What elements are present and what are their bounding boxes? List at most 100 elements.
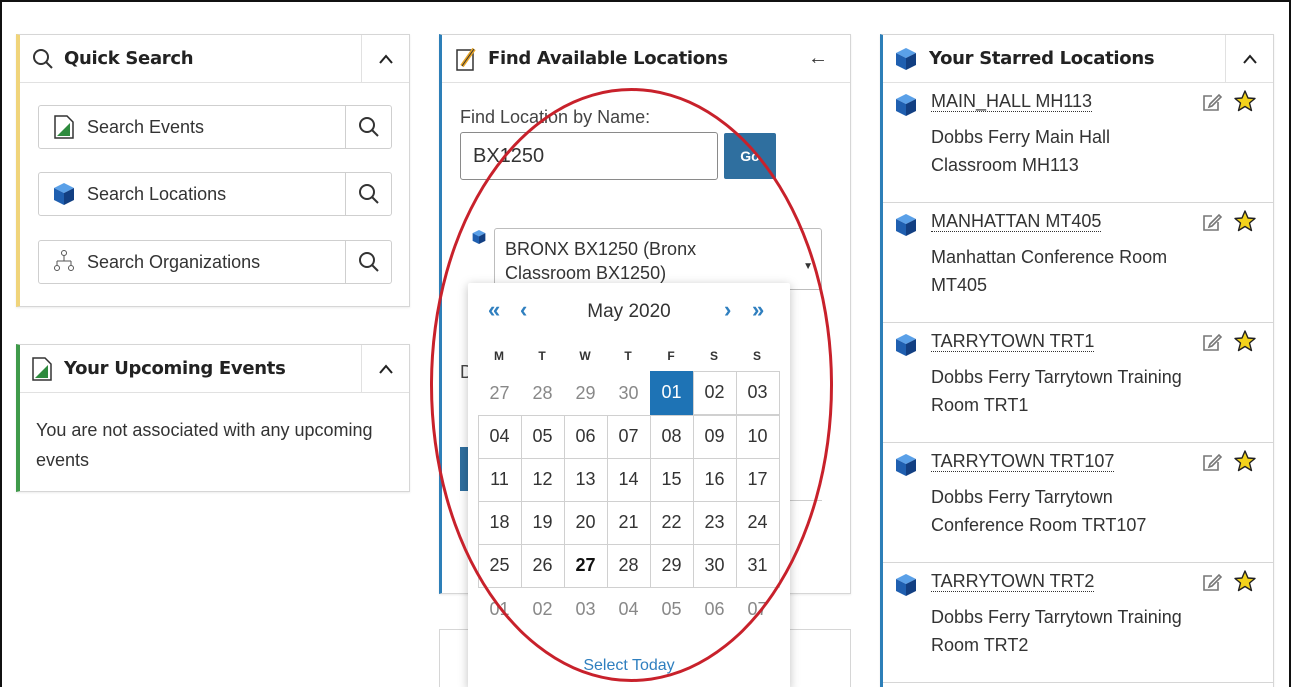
starred-location-item: TARRYTOWN TRT1 Dobbs Ferry Tarrytown Trai… bbox=[883, 323, 1274, 443]
search-icon bbox=[358, 117, 379, 137]
next-month-button[interactable]: › bbox=[724, 297, 731, 323]
location-code-link[interactable]: MANHATTAN MT405 bbox=[931, 211, 1102, 232]
starred-locations-title: Your Starred Locations bbox=[929, 48, 1155, 69]
calendar-day[interactable]: 07 bbox=[606, 414, 651, 459]
calendar-day[interactable]: 02 bbox=[692, 370, 737, 415]
cube-icon bbox=[895, 213, 917, 242]
calendar-day[interactable]: 18 bbox=[477, 500, 522, 545]
search-organizations-label: Search Organizations bbox=[87, 251, 261, 272]
calendar-day[interactable]: 07 bbox=[736, 587, 779, 631]
cube-icon bbox=[895, 47, 917, 71]
calendar-day[interactable]: 21 bbox=[606, 500, 651, 545]
calendar-day[interactable]: 28 bbox=[521, 371, 564, 415]
document-icon bbox=[51, 114, 77, 140]
star-icon[interactable] bbox=[1233, 329, 1257, 358]
search-organizations-button[interactable] bbox=[345, 241, 391, 283]
day-of-week-label: S bbox=[752, 349, 761, 363]
calendar-day[interactable]: 05 bbox=[520, 414, 565, 459]
collapse-upcoming-button[interactable] bbox=[361, 345, 409, 392]
calendar-day[interactable]: 30 bbox=[692, 543, 737, 588]
star-icon[interactable] bbox=[1233, 209, 1257, 238]
calendar-day[interactable]: 09 bbox=[692, 414, 737, 459]
calendar-day[interactable]: 14 bbox=[606, 457, 651, 502]
starred-location-item: TARRYTOWN TRT2 Dobbs Ferry Tarrytown Trai… bbox=[883, 563, 1274, 683]
calendar-day[interactable]: 27 bbox=[478, 371, 521, 415]
calendar-day[interactable]: 26 bbox=[520, 543, 565, 588]
calendar-day[interactable]: 04 bbox=[607, 587, 650, 631]
calendar-day[interactable]: 31 bbox=[735, 543, 780, 588]
edit-icon[interactable] bbox=[1201, 211, 1223, 238]
collapse-quick-search-button[interactable] bbox=[361, 35, 409, 82]
calendar-day[interactable]: 27 bbox=[563, 543, 608, 588]
calendar-month-label[interactable]: May 2020 bbox=[468, 301, 790, 323]
edit-icon[interactable] bbox=[1201, 331, 1223, 358]
calendar-day[interactable]: 10 bbox=[735, 414, 780, 459]
location-code-link[interactable]: TARRYTOWN TRT1 bbox=[931, 331, 1095, 352]
calendar-day[interactable]: 13 bbox=[563, 457, 608, 502]
starred-locations-header: Your Starred Locations bbox=[883, 35, 1273, 83]
calendar-day[interactable]: 16 bbox=[692, 457, 737, 502]
edit-icon[interactable] bbox=[1201, 571, 1223, 598]
calendar-day[interactable]: 04 bbox=[477, 414, 522, 459]
search-locations-button[interactable] bbox=[345, 173, 391, 215]
chevron-up-icon bbox=[378, 363, 393, 374]
star-icon[interactable] bbox=[1233, 89, 1257, 118]
search-organizations-row[interactable]: Search Organizations bbox=[38, 240, 392, 284]
calendar-day[interactable]: 17 bbox=[735, 457, 780, 502]
edit-icon[interactable] bbox=[1201, 451, 1223, 478]
day-of-week-label: S bbox=[709, 349, 718, 363]
calendar-day[interactable]: 29 bbox=[564, 371, 607, 415]
calendar-day[interactable]: 03 bbox=[735, 370, 780, 415]
location-select[interactable]: BRONX BX1250 (Bronx Classroom BX1250) ▼ bbox=[494, 228, 822, 290]
calendar-day[interactable]: 30 bbox=[607, 371, 650, 415]
calendar-day[interactable]: 03 bbox=[564, 587, 607, 631]
calendar-day[interactable]: 24 bbox=[735, 500, 780, 545]
calendar-grid: 27 28 29 30 01 02 03 04 05 06 07 08 09 10 11 12 13 14 15 16… bbox=[477, 370, 780, 631]
day-of-week-label: T bbox=[538, 349, 546, 363]
cube-icon bbox=[895, 573, 917, 602]
calendar-day[interactable]: 06 bbox=[693, 587, 736, 631]
location-description: Dobbs Ferry Tarrytown Training Room TRT1 bbox=[931, 367, 1182, 415]
calendar-day[interactable]: 06 bbox=[563, 414, 608, 459]
upcoming-events-message: You are not associated with any upcoming… bbox=[36, 420, 373, 470]
chevron-up-icon bbox=[378, 53, 393, 64]
back-arrow-icon[interactable]: ← bbox=[808, 47, 828, 70]
search-events-row[interactable]: Search Events bbox=[38, 105, 392, 149]
search-locations-row[interactable]: Search Locations bbox=[38, 172, 392, 216]
calendar-day[interactable]: 05 bbox=[650, 587, 693, 631]
day-of-week-label: T bbox=[624, 349, 632, 363]
search-events-button[interactable] bbox=[345, 106, 391, 148]
upcoming-events-panel: Your Upcoming Events You are not associa… bbox=[16, 344, 410, 492]
date-picker-popup: « ‹ May 2020 › » MTWTFSS 27 28 29 30 01 02 03 0… bbox=[468, 283, 790, 687]
location-name-input[interactable]: BX1250 bbox=[460, 132, 718, 180]
calendar-day[interactable]: 20 bbox=[563, 500, 608, 545]
star-icon[interactable] bbox=[1233, 569, 1257, 598]
cube-icon bbox=[472, 229, 486, 250]
calendar-day[interactable]: 25 bbox=[477, 543, 522, 588]
calendar-day[interactable]: 19 bbox=[520, 500, 565, 545]
calendar-day[interactable]: 23 bbox=[692, 500, 737, 545]
location-code-link[interactable]: TARRYTOWN TRT107 bbox=[931, 451, 1115, 472]
calendar-day[interactable]: 15 bbox=[649, 457, 694, 502]
calendar-day[interactable]: 29 bbox=[649, 543, 694, 588]
star-icon[interactable] bbox=[1233, 449, 1257, 478]
collapse-starred-button[interactable] bbox=[1225, 35, 1273, 82]
go-button[interactable]: Go bbox=[724, 133, 776, 179]
starred-location-item: MANHATTAN MT405 Manhattan Conference Room… bbox=[883, 203, 1274, 323]
calendar-day[interactable]: 01 bbox=[649, 370, 694, 415]
cube-icon bbox=[895, 453, 917, 482]
location-code-link[interactable]: TARRYTOWN TRT2 bbox=[931, 571, 1095, 592]
select-today-link[interactable]: Select Today bbox=[468, 657, 790, 675]
org-chart-icon bbox=[51, 249, 77, 275]
next-year-button[interactable]: » bbox=[752, 297, 764, 323]
calendar-day[interactable]: 11 bbox=[477, 457, 522, 502]
edit-icon[interactable] bbox=[1201, 91, 1223, 118]
calendar-day[interactable]: 22 bbox=[649, 500, 694, 545]
location-code-link[interactable]: MAIN_HALL MH113 bbox=[931, 91, 1093, 112]
day-of-week-label: M bbox=[494, 349, 504, 363]
calendar-day[interactable]: 01 bbox=[478, 587, 521, 631]
calendar-day[interactable]: 02 bbox=[521, 587, 564, 631]
calendar-day[interactable]: 12 bbox=[520, 457, 565, 502]
calendar-day[interactable]: 08 bbox=[649, 414, 694, 459]
calendar-day[interactable]: 28 bbox=[606, 543, 651, 588]
